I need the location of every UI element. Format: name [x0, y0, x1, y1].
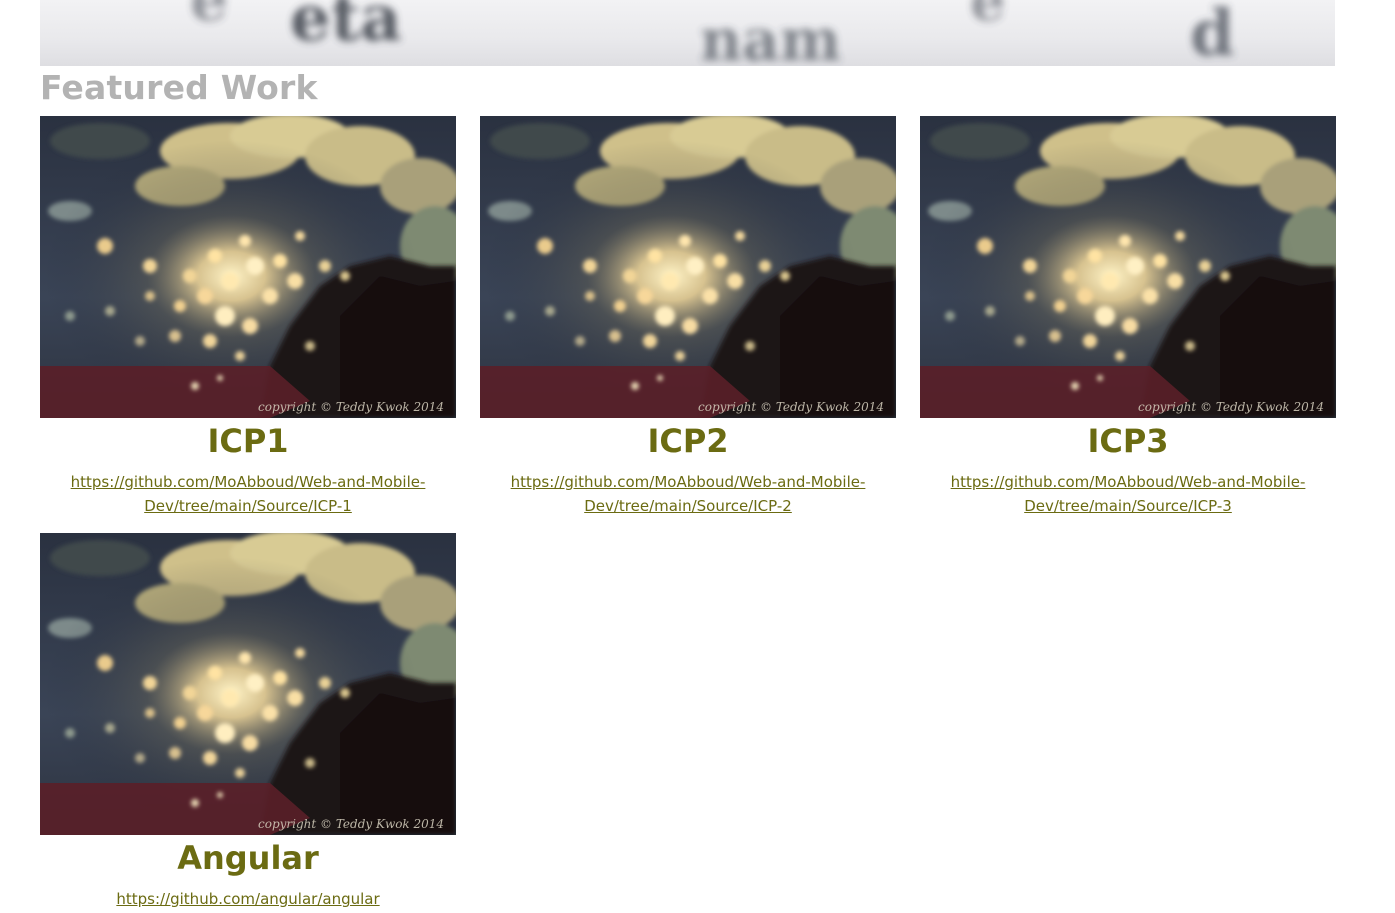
project-card: ICP1 https://github.com/MoAbboud/Web-and… [40, 116, 456, 518]
project-thumbnail [920, 116, 1336, 418]
project-link[interactable]: https://github.com/angular/angular [63, 887, 433, 911]
section-title: Featured Work [40, 68, 318, 107]
project-thumbnail [480, 116, 896, 418]
svg-text:eta: eta [290, 0, 402, 56]
project-title: Angular [177, 839, 319, 877]
project-card: ICP3 https://github.com/MoAbboud/Web-and… [920, 116, 1336, 518]
project-card: ICP2 https://github.com/MoAbboud/Web-and… [480, 116, 896, 518]
project-link[interactable]: https://github.com/MoAbboud/Web-and-Mobi… [503, 470, 873, 518]
svg-text:e: e [190, 0, 228, 35]
project-card: Angular https://github.com/angular/angul… [40, 533, 456, 911]
svg-text:e: e [970, 0, 1006, 34]
header-banner-image: e eta nam e d [40, 0, 1335, 66]
project-thumbnail [40, 116, 456, 418]
project-link[interactable]: https://github.com/MoAbboud/Web-and-Mobi… [943, 470, 1313, 518]
svg-text:d: d [1190, 0, 1235, 66]
svg-text:nam: nam [700, 6, 841, 66]
project-link[interactable]: https://github.com/MoAbboud/Web-and-Mobi… [63, 470, 433, 518]
project-thumbnail [40, 533, 456, 835]
project-title: ICP3 [1087, 422, 1169, 460]
project-title: ICP1 [207, 422, 289, 460]
page: e eta nam e d Featured Work ICP1 https:/… [0, 0, 1395, 913]
project-title: ICP2 [647, 422, 729, 460]
